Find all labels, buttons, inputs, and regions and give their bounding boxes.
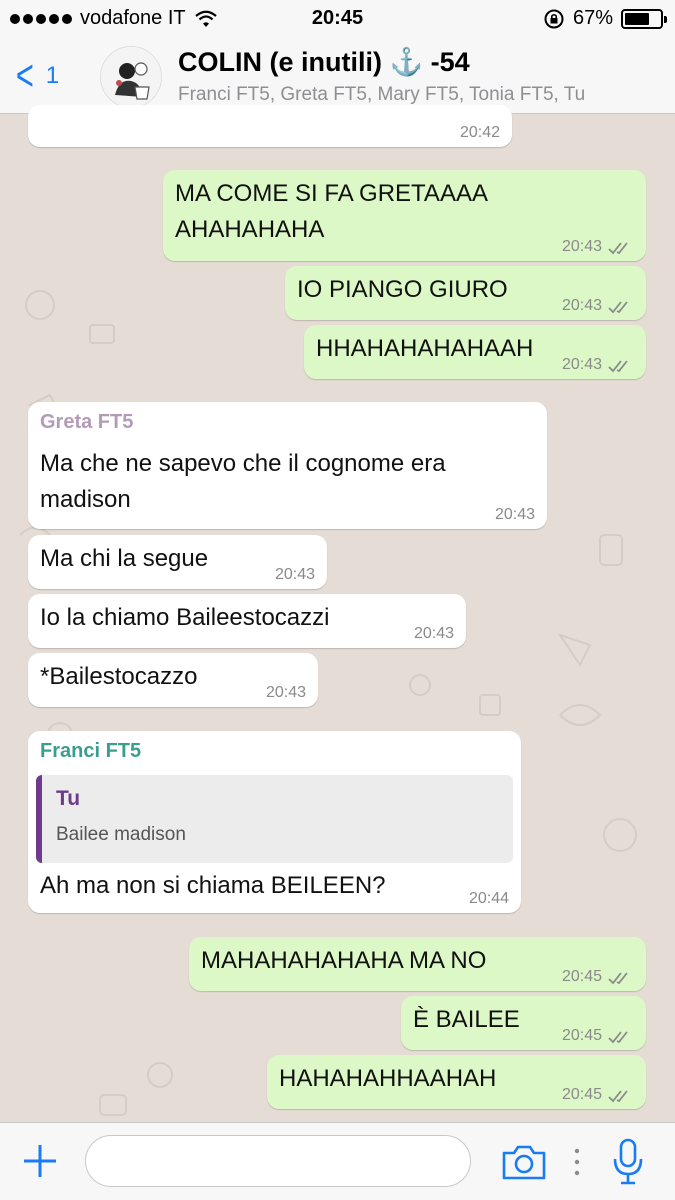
message-text: HAHAHAHHAAHAH xyxy=(279,1065,497,1092)
message-bubble-incoming[interactable]: Greta FT5 Ma che ne sapevo che il cognom… xyxy=(28,402,547,529)
message-bubble-incoming[interactable]: *Bailestocazzo 20:43 xyxy=(28,653,318,707)
input-bar xyxy=(0,1122,675,1200)
message-bubble-outgoing[interactable]: MAHAHAHAHAHA MA NO 20:45 xyxy=(189,937,646,991)
message-text: IO PIANGO GIURO xyxy=(297,276,508,303)
quoted-message[interactable]: Tu Bailee madison xyxy=(36,775,513,863)
unread-count: 1 xyxy=(45,62,60,89)
double-check-icon xyxy=(608,301,628,314)
message-text: MA COME SI FA GRETAAAA AHAHAHAHA xyxy=(175,180,488,243)
camera-icon[interactable] xyxy=(500,1143,548,1181)
message-text: Io la chiamo Baileestocazzi xyxy=(40,604,330,631)
message-bubble-outgoing[interactable]: È BAILEE 20:45 xyxy=(401,996,646,1050)
message-text: MAHAHAHAHAHA MA NO xyxy=(201,947,487,974)
chevron-left-icon: < xyxy=(15,51,34,100)
quoted-text: Bailee madison xyxy=(56,824,186,845)
message-time: 20:43 xyxy=(561,297,602,314)
plus-icon[interactable] xyxy=(20,1141,60,1181)
double-check-icon xyxy=(608,1031,628,1044)
status-right: 67% xyxy=(543,7,667,30)
message-time: 20:43 xyxy=(274,566,315,583)
sender-name: Franci FT5 xyxy=(40,740,142,762)
group-title[interactable]: COLIN (e inutili) ⚓️ -54 xyxy=(178,46,470,78)
message-bubble-outgoing[interactable]: MA COME SI FA GRETAAAA AHAHAHAHA 20:43 xyxy=(163,170,646,261)
message-time: 20:42 xyxy=(459,124,500,141)
message-bubble-incoming[interactable]: 20:42 xyxy=(28,105,512,147)
message-time: 20:43 xyxy=(413,625,454,642)
battery-icon xyxy=(621,8,667,29)
message-bubble-outgoing[interactable]: IO PIANGO GIURO 20:43 xyxy=(285,266,646,320)
group-members[interactable]: Franci FT5, Greta FT5, Mary FT5, Tonia F… xyxy=(178,84,663,106)
message-time: 20:45 xyxy=(561,1027,602,1044)
quoted-author: Tu xyxy=(56,787,81,810)
back-button[interactable]: < 1 xyxy=(12,51,60,100)
message-bubble-incoming[interactable]: Ma chi la segue 20:43 xyxy=(28,535,327,589)
double-check-icon xyxy=(608,242,628,255)
double-check-icon xyxy=(608,972,628,985)
message-text: Ma che ne sapevo che il cognome era madi… xyxy=(40,450,446,513)
battery-percent: 67% xyxy=(572,7,613,29)
message-time: 20:43 xyxy=(561,356,602,373)
orientation-lock-icon xyxy=(544,9,564,28)
status-bar: vodafone IT 20:45 67% xyxy=(0,0,675,38)
double-check-icon xyxy=(608,360,628,373)
more-dots-icon[interactable] xyxy=(570,1145,584,1179)
chat-header: < 1 COLIN (e inutili) ⚓️ -54 Franci FT5,… xyxy=(0,38,675,114)
message-time: 20:43 xyxy=(561,238,602,255)
message-time: 20:45 xyxy=(561,968,602,985)
message-text: *Bailestocazzo xyxy=(40,663,198,690)
message-bubble-outgoing[interactable]: HHAHAHAHAHAAH 20:43 xyxy=(304,325,646,379)
group-avatar[interactable] xyxy=(100,46,162,108)
chat-area[interactable]: 20:42 MA COME SI FA GRETAAAA AHAHAHAHA 2… xyxy=(0,105,675,1122)
message-text: Ah ma non si chiama BEILEEN? xyxy=(40,872,386,899)
message-time: 20:45 xyxy=(561,1086,602,1103)
message-bubble-incoming[interactable]: Io la chiamo Baileestocazzi 20:43 xyxy=(28,594,466,648)
message-bubble-outgoing[interactable]: HAHAHAHHAAHAH 20:45 xyxy=(267,1055,646,1109)
message-text: Ma chi la segue xyxy=(40,545,209,572)
sender-name: Greta FT5 xyxy=(40,411,134,433)
double-check-icon xyxy=(608,1090,628,1103)
message-bubble-incoming[interactable]: Franci FT5 Tu Bailee madison Ah ma non s… xyxy=(28,731,521,913)
message-text: HHAHAHAHAHAAH xyxy=(316,335,534,362)
message-time: 20:43 xyxy=(265,684,306,701)
message-time: 20:44 xyxy=(468,890,509,907)
message-text: È BAILEE xyxy=(413,1006,520,1033)
message-input[interactable] xyxy=(85,1135,471,1187)
microphone-icon[interactable] xyxy=(608,1137,648,1187)
message-time: 20:43 xyxy=(494,506,535,523)
